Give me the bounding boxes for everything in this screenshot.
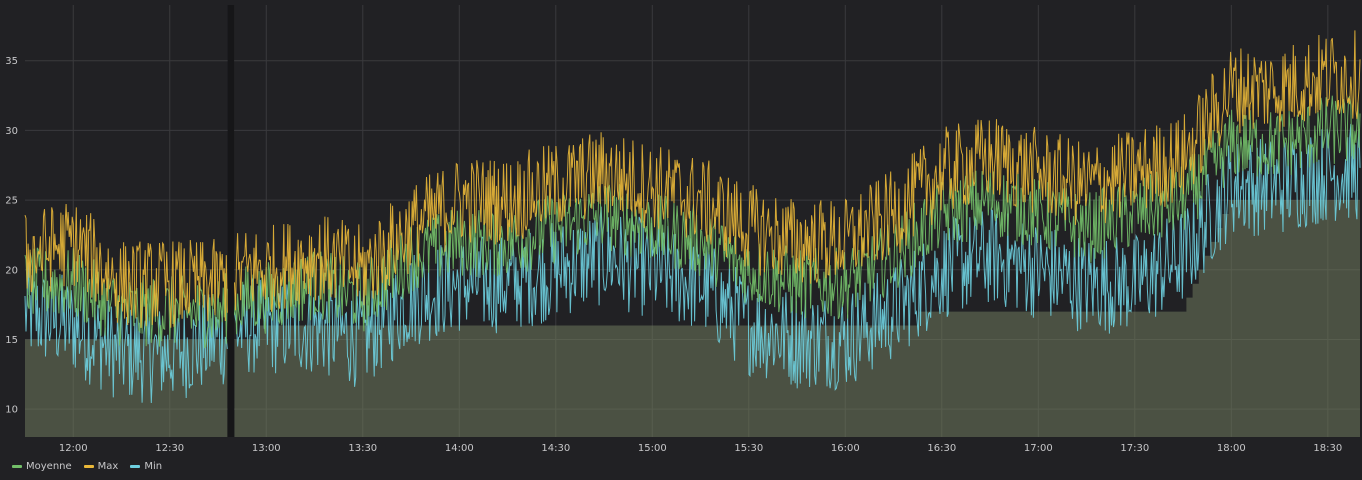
legend-label-max: Max (97, 461, 119, 472)
y-tick-label: 35 (5, 56, 18, 67)
x-tick-label: 14:30 (541, 443, 570, 454)
x-tick-label: 16:00 (831, 443, 860, 454)
legend: Moyenne Max Min (12, 461, 162, 472)
x-tick-label: 14:00 (445, 443, 474, 454)
y-tick-label: 15 (5, 335, 18, 346)
y-axis: 10 15 20 25 30 35 (5, 56, 18, 415)
x-tick-label: 17:30 (1120, 443, 1149, 454)
legend-swatch-moyenne (12, 465, 22, 468)
x-tick-label: 15:30 (734, 443, 763, 454)
data-gap (227, 5, 235, 437)
y-tick-label: 20 (5, 265, 18, 276)
x-axis: 12:00 12:30 13:00 13:30 14:00 14:30 15:00 15:30… (59, 443, 1342, 454)
min-area-fill (25, 339, 228, 437)
y-tick-label: 10 (5, 405, 18, 416)
x-tick-label: 17:00 (1024, 443, 1053, 454)
legend-item-max[interactable]: Max (83, 461, 119, 472)
legend-swatch-max (83, 465, 94, 468)
y-tick-label: 30 (5, 126, 18, 137)
x-tick-label: 13:30 (348, 443, 377, 454)
y-tick-label: 25 (5, 196, 18, 207)
legend-label-moyenne: Moyenne (26, 461, 72, 472)
x-tick-label: 18:30 (1313, 443, 1342, 454)
x-tick-label: 15:00 (638, 443, 667, 454)
x-tick-label: 16:30 (927, 443, 956, 454)
legend-item-moyenne[interactable]: Moyenne (12, 461, 72, 472)
legend-swatch-min (130, 465, 141, 468)
x-tick-label: 13:00 (252, 443, 281, 454)
x-tick-label: 18:00 (1217, 443, 1246, 454)
timeseries-chart: 10 15 20 25 30 35 12:00 12:30 13:00 13:30 14:00 14… (5, 5, 1361, 454)
x-tick-label: 12:30 (155, 443, 184, 454)
legend-item-min[interactable]: Min (130, 461, 162, 472)
legend-label-min: Min (144, 461, 163, 472)
x-tick-label: 12:00 (59, 443, 88, 454)
